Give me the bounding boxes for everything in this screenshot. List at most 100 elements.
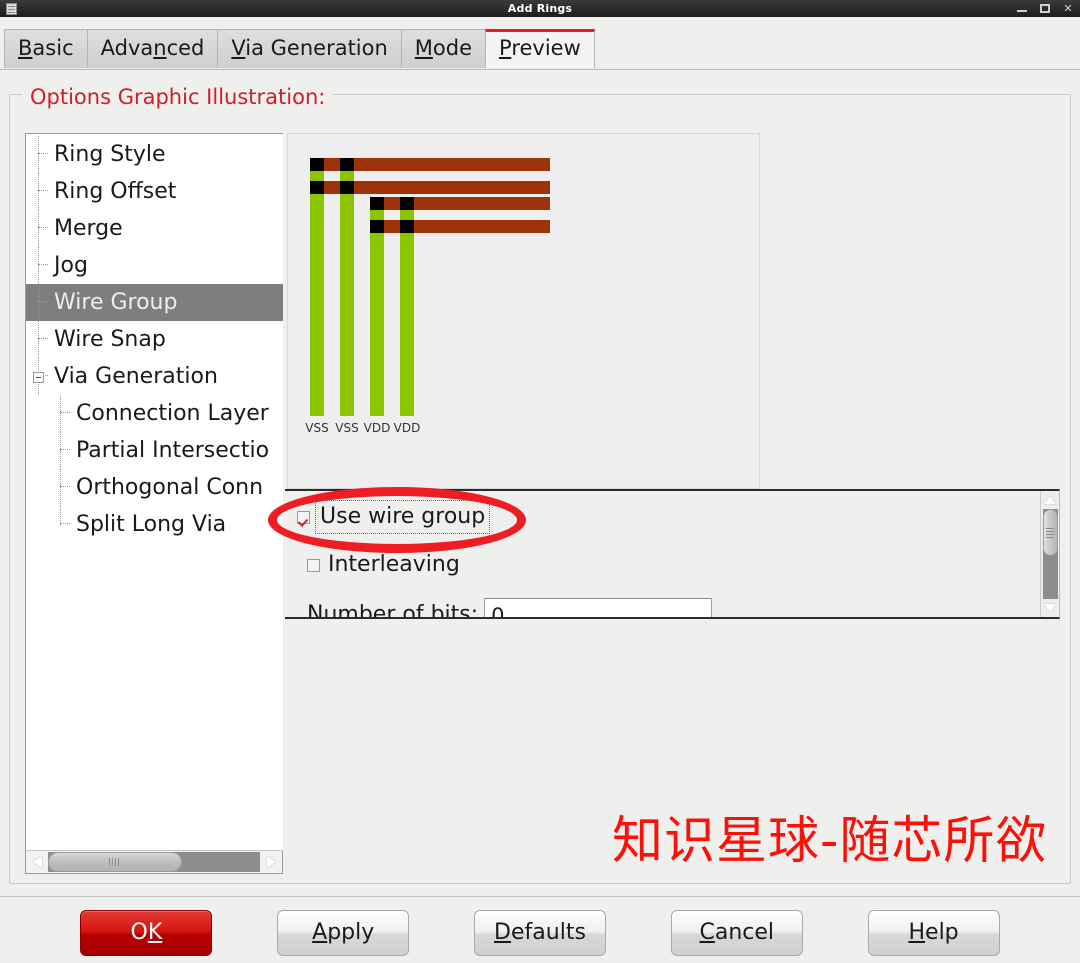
number-of-bits-row: Number of bits: 0 xyxy=(307,598,713,619)
tree-connector xyxy=(60,523,70,524)
tab-basic[interactable]: Basic xyxy=(4,29,88,68)
tab-advanced[interactable]: Advanced xyxy=(86,29,219,68)
arrow-left-icon[interactable] xyxy=(26,851,48,873)
button-bar-separator xyxy=(0,896,1080,897)
hscroll-thumb[interactable] xyxy=(48,852,182,872)
ok-button[interactable]: OK xyxy=(80,909,213,956)
arrow-down-icon[interactable] xyxy=(1041,599,1060,617)
tree-connector xyxy=(60,469,61,506)
tree-item-jog[interactable]: Jog xyxy=(26,247,283,284)
number-of-bits-label: Number of bits: xyxy=(307,602,479,619)
options-tree[interactable]: Ring Style Ring Offset Merge Jog Wire Group W… xyxy=(25,133,283,873)
tree-connector xyxy=(38,136,39,173)
tabstrip: Basic Advanced Via Generation Mode Preview xyxy=(0,17,1080,70)
cancel-button[interactable]: Cancel xyxy=(670,909,803,956)
tree-item-label: Partial Intersectio xyxy=(76,438,270,463)
tree-item-label: Wire Snap xyxy=(54,327,166,352)
tab-via-generation[interactable]: Via Generation xyxy=(217,29,402,68)
apply-button[interactable]: Apply xyxy=(277,909,410,956)
net-label: VDD xyxy=(394,421,421,435)
tree-item-via-generation[interactable]: Via Generation xyxy=(26,358,283,395)
use-wire-group-label[interactable]: Use wire group xyxy=(314,500,491,534)
tree-item-ring-style[interactable]: Ring Style xyxy=(26,136,283,173)
window-controls: ✕ xyxy=(1016,3,1074,14)
titlebar: Add Rings ✕ xyxy=(0,0,1080,17)
tree-item-label: Via Generation xyxy=(54,364,218,389)
tree-connector xyxy=(38,284,39,321)
vscroll-thumb[interactable] xyxy=(1042,509,1058,556)
tab-preview[interactable]: Preview xyxy=(485,29,595,68)
ring-bar-horizontal xyxy=(370,220,550,233)
interleaving-checkbox[interactable] xyxy=(307,558,320,572)
via-square xyxy=(370,197,384,210)
wire-group-diagram: VSS VSS VDD VDD xyxy=(305,158,550,435)
tree-connector xyxy=(60,432,61,469)
number-of-bits-input[interactable]: 0 xyxy=(484,598,713,617)
tree-item-label: Jog xyxy=(54,253,88,278)
tree-item-connection-layer[interactable]: Connection Layer xyxy=(26,395,283,432)
vscroll-track[interactable] xyxy=(1042,509,1058,599)
tab-list: Basic Advanced Via Generation Mode Preview xyxy=(4,29,595,68)
tree-connector xyxy=(38,210,39,247)
close-icon[interactable]: ✕ xyxy=(1062,3,1074,14)
tree-connector xyxy=(38,321,39,358)
tree-item-partial-intersectio[interactable]: Partial Intersectio xyxy=(26,432,283,469)
tree-connector xyxy=(60,506,61,525)
tree-item-wire-group[interactable]: Wire Group xyxy=(26,284,283,321)
tree-connector xyxy=(38,173,39,210)
minimize-icon[interactable] xyxy=(1016,3,1028,14)
graphic-illustration-panel: VSS VSS VDD VDD xyxy=(287,133,760,489)
watermark-text: 知识星球-随芯所欲 xyxy=(612,812,1048,871)
tree-connector xyxy=(60,449,70,450)
tree-item-label: Ring Style xyxy=(54,142,166,167)
tree-connector xyxy=(60,395,61,432)
tree-connector xyxy=(38,153,48,154)
interleaving-row[interactable]: Interleaving xyxy=(307,552,460,578)
arrow-right-icon[interactable] xyxy=(260,851,282,873)
arrow-up-icon[interactable] xyxy=(1041,491,1060,509)
tree-connector xyxy=(38,338,48,339)
tree-connector xyxy=(60,486,70,487)
hscroll-track[interactable] xyxy=(48,852,260,872)
ring-bar-horizontal xyxy=(370,197,550,210)
tab-mode[interactable]: Mode xyxy=(400,29,487,68)
tree-item-label: Split Long Via xyxy=(76,512,227,537)
use-wire-group-row[interactable]: Use wire group xyxy=(297,500,491,534)
use-wire-group-checkbox[interactable] xyxy=(297,510,310,524)
maximize-icon[interactable] xyxy=(1039,3,1051,14)
net-label: VSS xyxy=(305,421,328,435)
net-label: VDD xyxy=(364,421,391,435)
tabstrip-underline xyxy=(0,69,1080,70)
group-title: Options Graphic Illustration: xyxy=(22,86,334,108)
expander-collapse-icon[interactable] xyxy=(33,372,44,383)
tree-connector xyxy=(38,301,48,302)
via-square xyxy=(340,181,354,194)
tree-item-ring-offset[interactable]: Ring Offset xyxy=(26,173,283,210)
tree-item-label: Connection Layer xyxy=(76,401,269,426)
tree-item-label: Wire Group xyxy=(54,290,178,315)
tree-connector xyxy=(38,247,39,284)
window-title: Add Rings xyxy=(507,2,573,15)
via-square xyxy=(310,158,324,171)
tree-item-split-long-via[interactable]: Split Long Via xyxy=(26,506,283,543)
tree-connector xyxy=(38,264,48,265)
interleaving-label[interactable]: Interleaving xyxy=(328,552,460,578)
tree-item-orthogonal-conn[interactable]: Orthogonal Conn xyxy=(26,469,283,506)
tree-connector xyxy=(60,412,70,413)
grip-icon xyxy=(1046,527,1054,538)
net-label: VSS xyxy=(335,421,358,435)
wire-stripe-vertical xyxy=(310,158,324,416)
tree-item-label: Merge xyxy=(54,216,123,241)
defaults-button[interactable]: Defaults xyxy=(473,909,606,956)
via-square xyxy=(340,158,354,171)
via-square xyxy=(400,220,414,233)
via-square xyxy=(310,181,324,194)
via-square xyxy=(400,197,414,210)
tree-item-wire-snap[interactable]: Wire Snap xyxy=(26,321,283,358)
grip-icon xyxy=(108,858,121,866)
tree-horizontal-scrollbar[interactable] xyxy=(25,850,283,874)
options-vertical-scrollbar[interactable] xyxy=(1040,491,1059,617)
help-button[interactable]: Help xyxy=(867,909,1000,956)
tree-item-label: Orthogonal Conn xyxy=(76,475,264,500)
tree-item-merge[interactable]: Merge xyxy=(26,210,283,247)
